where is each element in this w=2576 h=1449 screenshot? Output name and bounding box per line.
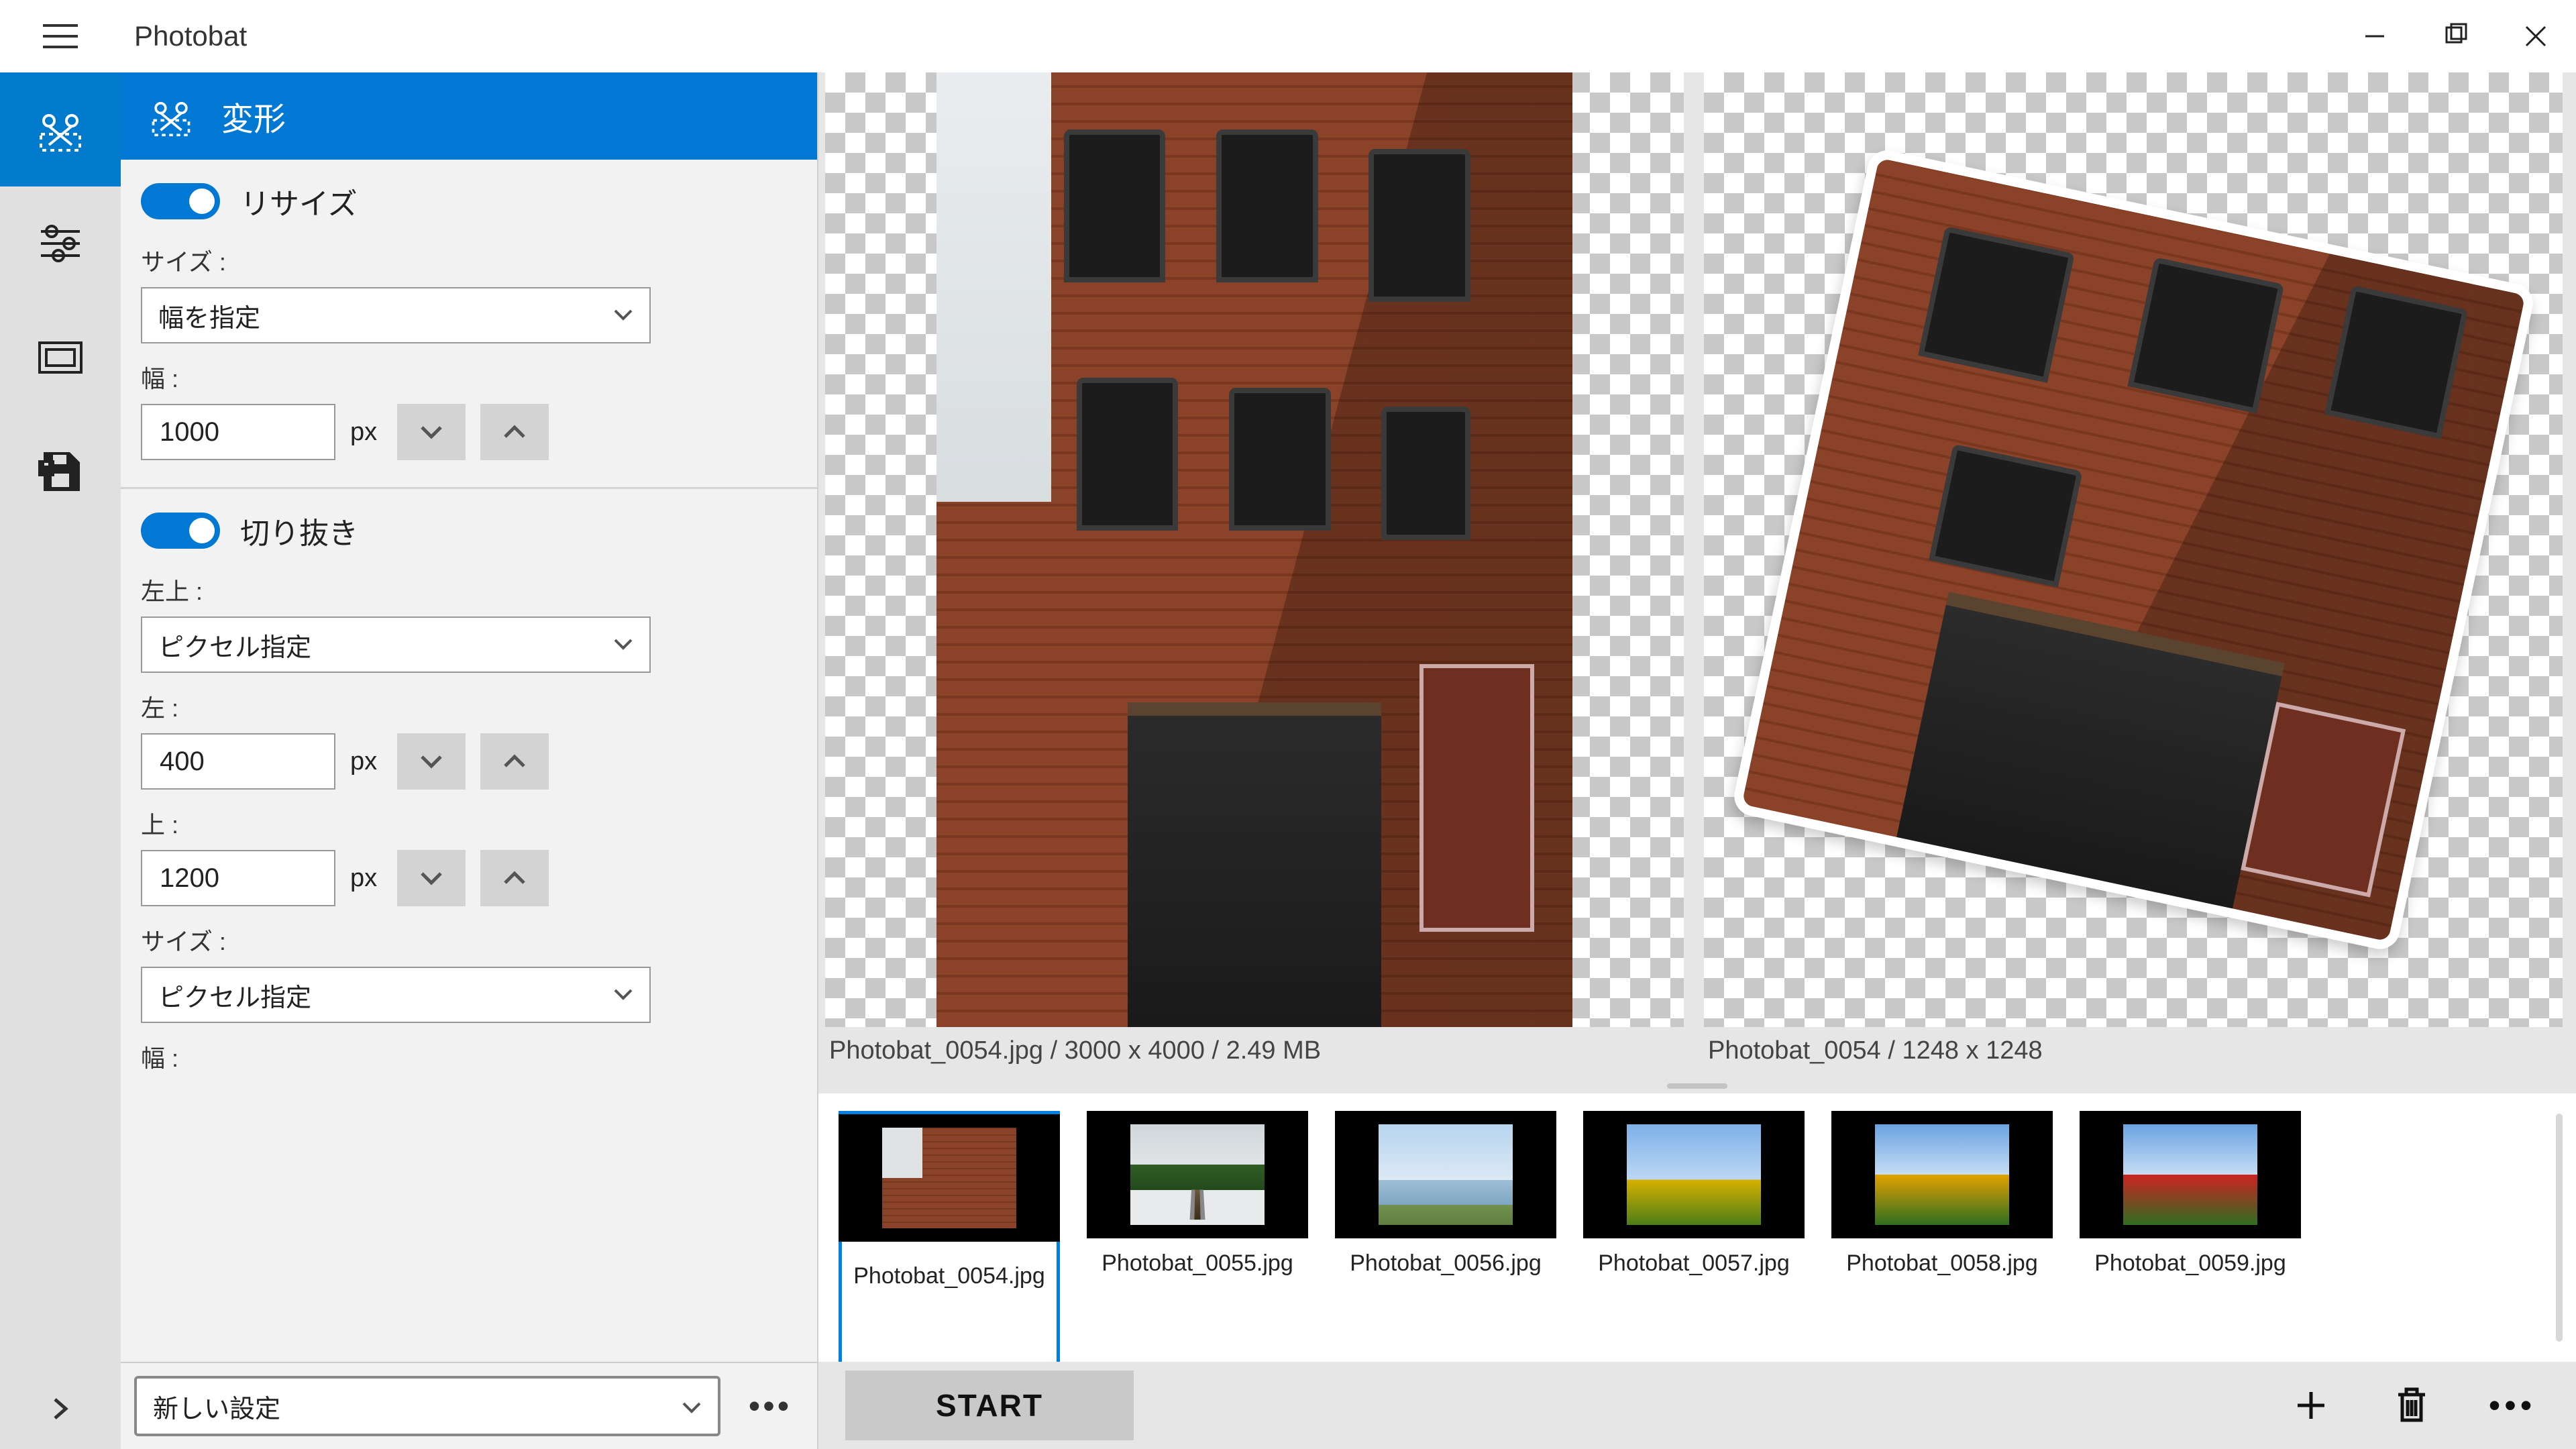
window-close-button[interactable] <box>2496 0 2576 72</box>
thumbnail-image <box>839 1114 1060 1242</box>
thumbnail-label: Photobat_0058.jpg <box>1846 1250 2037 1277</box>
section-resize: リサイズ サイズ : 幅を指定 幅 : 1000 px <box>121 160 817 489</box>
unit-label: px <box>350 418 377 447</box>
resize-title: リサイズ <box>240 180 358 223</box>
crop-size-mode-select[interactable]: ピクセル指定 <box>141 967 651 1023</box>
preview-result-canvas[interactable] <box>1704 72 2563 1027</box>
thumbnail-item[interactable]: Photobat_0058.jpg <box>1831 1111 2053 1277</box>
window-minimize-button[interactable] <box>2334 0 2415 72</box>
crop-top-input[interactable]: 1200 <box>141 850 335 906</box>
crop-width-label: 幅 : <box>141 1039 797 1074</box>
thumbnail-image <box>1583 1111 1805 1238</box>
window-controls <box>2334 0 2576 72</box>
panel-footer: 新しい設定 ••• <box>121 1362 817 1449</box>
action-bar: START ••• <box>818 1362 2576 1449</box>
preview-result: Photobat_0054 / 1248 x 1248 <box>1704 72 2563 1079</box>
main-area: Photobat_0054.jpg / 3000 x 4000 / 2.49 M… <box>818 72 2576 1449</box>
crop-top-decrease[interactable] <box>397 850 466 906</box>
resize-width-input[interactable]: 1000 <box>141 404 335 460</box>
thumbnail-label: Photobat_0056.jpg <box>1350 1250 1541 1277</box>
chevron-down-icon <box>682 1392 702 1421</box>
crop-anchor-mode-select[interactable]: ピクセル指定 <box>141 616 651 673</box>
crop-toggle[interactable] <box>141 513 220 549</box>
preview-area: Photobat_0054.jpg / 3000 x 4000 / 2.49 M… <box>818 72 2576 1079</box>
preview-original: Photobat_0054.jpg / 3000 x 4000 / 2.49 M… <box>825 72 1684 1079</box>
crop-left-label: 左 : <box>141 689 797 724</box>
preview-original-caption: Photobat_0054.jpg / 3000 x 4000 / 2.49 M… <box>825 1027 1684 1079</box>
window-maximize-button[interactable] <box>2415 0 2496 72</box>
resize-size-label: サイズ : <box>141 243 797 278</box>
resize-toggle[interactable] <box>141 183 220 219</box>
crop-top-increase[interactable] <box>480 850 549 906</box>
thumbnail-item[interactable]: Photobat_0054.jpg <box>839 1111 1060 1362</box>
app-title: Photobat <box>134 20 247 52</box>
thumbnail-label: Photobat_0054.jpg <box>842 1254 1057 1289</box>
resize-size-mode-value: 幅を指定 <box>158 297 260 334</box>
thumbnail-image <box>1831 1111 2053 1238</box>
chevron-down-icon <box>613 304 633 327</box>
add-button[interactable] <box>2274 1371 2348 1440</box>
panel-more-button[interactable]: ••• <box>737 1376 804 1436</box>
nav-frame[interactable] <box>0 301 121 415</box>
thumbnail-image <box>1087 1111 1308 1238</box>
thumbnail-label: Photobat_0059.jpg <box>2094 1250 2286 1277</box>
actionbar-more-button[interactable]: ••• <box>2475 1371 2549 1440</box>
preview-thumb-splitter[interactable] <box>818 1079 2576 1093</box>
section-crop: 切り抜き 左上 : ピクセル指定 左 : 400 px <box>121 489 817 1110</box>
delete-button[interactable] <box>2375 1371 2449 1440</box>
thumbnail-scrollbar[interactable] <box>2556 1114 2563 1342</box>
preview-result-caption: Photobat_0054 / 1248 x 1248 <box>1704 1027 2563 1079</box>
nav-save[interactable] <box>0 415 121 529</box>
nav-adjust[interactable] <box>0 186 121 301</box>
titlebar: Photobat <box>0 0 2576 72</box>
panel-header: 変形 <box>121 72 817 160</box>
nav-expand-button[interactable] <box>0 1368 121 1449</box>
scissors-icon <box>148 93 195 140</box>
crop-left-decrease[interactable] <box>397 733 466 790</box>
nav-transform[interactable] <box>0 72 121 186</box>
thumbnail-image <box>1335 1111 1556 1238</box>
crop-title: 切り抜き <box>240 509 358 552</box>
preset-select[interactable]: 新しい設定 <box>134 1376 720 1436</box>
start-button[interactable]: START <box>845 1371 1134 1440</box>
nav-rail <box>0 72 121 1449</box>
preview-original-canvas[interactable] <box>825 72 1684 1027</box>
hamburger-menu-button[interactable] <box>0 0 121 72</box>
thumbnail-item[interactable]: Photobat_0059.jpg <box>2080 1111 2301 1277</box>
thumbnail-label: Photobat_0055.jpg <box>1102 1250 1293 1277</box>
settings-panel: 変形 リサイズ サイズ : 幅を指定 幅 : <box>121 72 818 1449</box>
thumbnail-item[interactable]: Photobat_0056.jpg <box>1335 1111 1556 1277</box>
thumbnail-item[interactable]: Photobat_0055.jpg <box>1087 1111 1308 1277</box>
resize-width-label: 幅 : <box>141 360 797 394</box>
crop-top-label: 上 : <box>141 806 797 841</box>
thumbnail-label: Photobat_0057.jpg <box>1598 1250 1789 1277</box>
crop-size-label: サイズ : <box>141 922 797 957</box>
thumbnail-image <box>2080 1111 2301 1238</box>
crop-left-increase[interactable] <box>480 733 549 790</box>
resize-width-increase[interactable] <box>480 404 549 460</box>
crop-anchor-label: 左上 : <box>141 572 797 607</box>
crop-left-input[interactable]: 400 <box>141 733 335 790</box>
chevron-down-icon <box>613 983 633 1006</box>
thumbnail-strip: Photobat_0054.jpg Photobat_0055.jpg Photob… <box>818 1093 2576 1362</box>
chevron-down-icon <box>613 633 633 656</box>
panel-title: 変形 <box>221 93 286 140</box>
resize-size-mode-select[interactable]: 幅を指定 <box>141 287 651 343</box>
resize-width-decrease[interactable] <box>397 404 466 460</box>
thumbnail-item[interactable]: Photobat_0057.jpg <box>1583 1111 1805 1277</box>
